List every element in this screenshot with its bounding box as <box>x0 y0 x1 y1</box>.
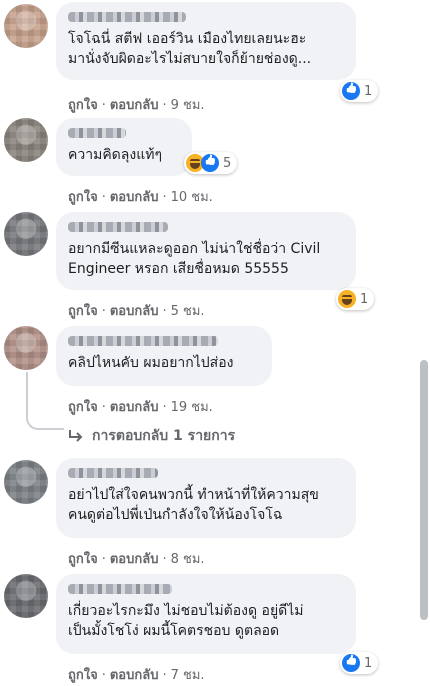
avatar[interactable] <box>4 326 48 370</box>
reply-arrow-icon <box>69 430 83 442</box>
comment-time[interactable]: 10 ชม. <box>171 190 213 205</box>
reply-link[interactable]: ตอบกลับ <box>110 552 159 567</box>
like-link[interactable]: ถูกใจ <box>68 552 98 567</box>
like-link[interactable]: ถูกใจ <box>68 98 98 113</box>
comment-text: เกี่ยวอะไรกะมึง ไม่ชอบไม่ต้องดู อยู่ดีไม… <box>68 603 304 639</box>
comment-actions: ถูกใจ · ตอบกลับ · 9 ชม. <box>68 98 205 113</box>
commenter-name-blurred[interactable] <box>68 222 168 232</box>
comment-time[interactable]: 8 ชม. <box>171 552 205 567</box>
thread-line <box>26 372 28 412</box>
like-icon <box>342 82 360 100</box>
avatar[interactable] <box>4 460 48 504</box>
reply-link[interactable]: ตอบกลับ <box>110 668 159 683</box>
like-icon <box>201 154 219 172</box>
like-link[interactable]: ถูกใจ <box>68 304 98 319</box>
comment-time[interactable]: 5 ชม. <box>171 304 205 319</box>
reaction-count[interactable]: 1 <box>340 652 379 674</box>
comment-bubble: อยากมีซีนแหละดูออก ไม่น่าใช่ชื่อว่า Civi… <box>56 212 356 290</box>
comment-text: ความคิดลุงแท้ๆ <box>68 147 162 163</box>
comment-bubble: เกี่ยวอะไรกะมึง ไม่ชอบไม่ต้องดู อยู่ดีไม… <box>56 574 356 654</box>
like-link[interactable]: ถูกใจ <box>68 668 98 683</box>
view-replies-link[interactable]: การตอบกลับ 1 รายการ <box>68 425 235 447</box>
reaction-count[interactable]: 1 <box>340 80 379 102</box>
reply-link[interactable]: ตอบกลับ <box>110 190 159 205</box>
haha-icon <box>338 290 356 308</box>
commenter-name-blurred[interactable] <box>68 336 218 346</box>
comment-text: อยากมีซีนแหละดูออก ไม่น่าใช่ชื่อว่า Civi… <box>68 241 321 277</box>
comment-time[interactable]: 7 ชม. <box>171 668 205 683</box>
comment-actions: ถูกใจ · ตอบกลับ · 8 ชม. <box>68 552 205 567</box>
comment-text: โจโฉนี่ สตีฟ เออร์วิน เมืองไทยเลยนะฮะ มา… <box>68 31 312 67</box>
commenter-name-blurred[interactable] <box>68 584 172 594</box>
replies-label: การตอบกลับ 1 รายการ <box>92 428 236 444</box>
reaction-count[interactable]: 5 <box>184 152 238 174</box>
reaction-count[interactable]: 1 <box>336 288 375 310</box>
comment-text: คลิปไหนคับ ผมอยากไปส่อง <box>68 355 234 371</box>
comment-bubble: ความคิดลุงแท้ๆ <box>56 118 192 176</box>
avatar[interactable] <box>4 574 48 618</box>
commenter-name-blurred[interactable] <box>68 128 126 138</box>
thread-connector <box>26 412 64 430</box>
comment-bubble: โจโฉนี่ สตีฟ เออร์วิน เมืองไทยเลยนะฮะ มา… <box>56 2 356 80</box>
comment-text: อย่าไปใส่ใจคนพวกนี้ ทำหน้าที่ให้ความสุข … <box>68 487 319 523</box>
comment-time[interactable]: 9 ชม. <box>171 98 205 113</box>
scrollbar[interactable] <box>420 360 428 620</box>
comment-actions: ถูกใจ · ตอบกลับ · 7 ชม. <box>68 668 205 683</box>
comment-actions: ถูกใจ · ตอบกลับ · 10 ชม. <box>68 190 213 205</box>
reply-link[interactable]: ตอบกลับ <box>110 400 159 415</box>
like-link[interactable]: ถูกใจ <box>68 400 98 415</box>
reply-link[interactable]: ตอบกลับ <box>110 98 159 113</box>
like-icon <box>342 654 360 672</box>
comment-time[interactable]: 19 ชม. <box>171 400 213 415</box>
avatar[interactable] <box>4 212 48 256</box>
commenter-name-blurred[interactable] <box>68 12 186 22</box>
comment-actions: ถูกใจ · ตอบกลับ · 5 ชม. <box>68 304 205 319</box>
avatar[interactable] <box>4 118 48 162</box>
reply-link[interactable]: ตอบกลับ <box>110 304 159 319</box>
avatar[interactable] <box>4 4 48 48</box>
comment-bubble: อย่าไปใส่ใจคนพวกนี้ ทำหน้าที่ให้ความสุข … <box>56 458 356 538</box>
comment-bubble: คลิปไหนคับ ผมอยากไปส่อง <box>56 326 272 386</box>
comment-actions: ถูกใจ · ตอบกลับ · 19 ชม. <box>68 400 213 415</box>
commenter-name-blurred[interactable] <box>68 468 158 478</box>
like-link[interactable]: ถูกใจ <box>68 190 98 205</box>
